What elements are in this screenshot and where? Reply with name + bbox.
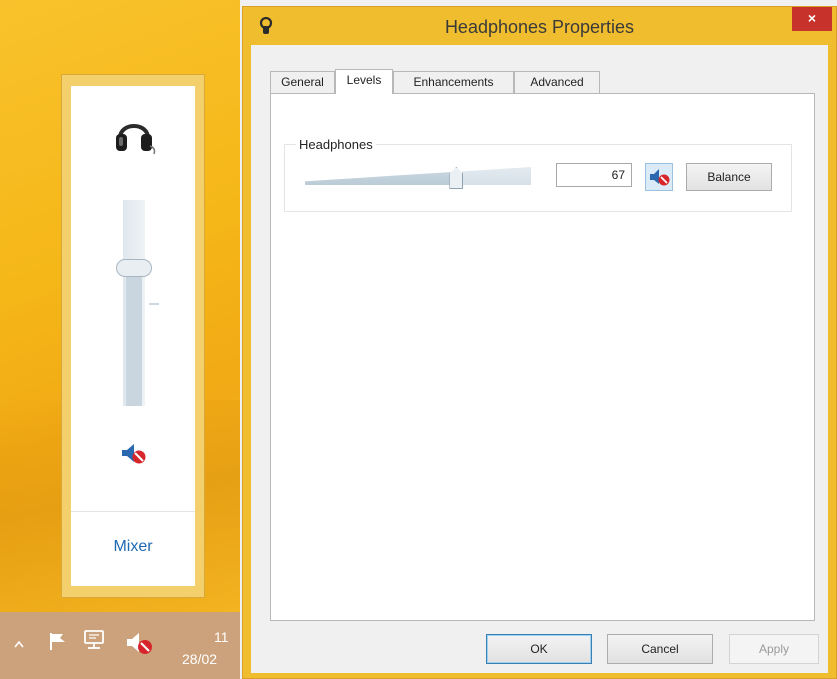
speaker-muted-icon[interactable] <box>124 630 154 656</box>
balance-button[interactable]: Balance <box>686 163 772 191</box>
level-value-field[interactable]: 67 <box>556 163 632 187</box>
taskbar-clock[interactable]: 11 28/02 <box>182 626 229 670</box>
clock-date: 28/02 <box>182 651 218 667</box>
speaker-muted-icon[interactable] <box>120 442 148 466</box>
volume-flyout: Mixer <box>61 74 205 598</box>
clock-time: 11 <box>214 629 229 645</box>
flyout-divider <box>71 511 195 512</box>
desktop-background: Mixer 11 28/02 <box>0 0 240 679</box>
mixer-link[interactable]: Mixer <box>71 538 195 556</box>
tab-advanced[interactable]: Advanced <box>514 71 600 93</box>
cancel-button[interactable]: Cancel <box>607 634 713 664</box>
tab-general[interactable]: General <box>270 71 335 93</box>
levels-tab-panel: Headphones 67 Balance <box>270 93 815 621</box>
volume-slider-fill <box>126 267 142 406</box>
action-center-flag-icon[interactable] <box>48 630 70 652</box>
level-slider-thumb[interactable] <box>449 167 464 189</box>
ok-button[interactable]: OK <box>486 634 592 664</box>
tab-enhancements[interactable]: Enhancements <box>393 71 514 93</box>
headphones-properties-dialog: Headphones Properties × General Levels E… <box>242 6 837 679</box>
mute-toggle-button[interactable] <box>645 163 673 191</box>
tab-levels[interactable]: Levels <box>335 69 393 94</box>
headphones-level-group: Headphones 67 Balance <box>284 137 792 212</box>
taskbar: 11 28/02 <box>0 612 240 679</box>
close-button[interactable]: × <box>792 7 832 31</box>
level-slider-fill <box>305 171 457 185</box>
apply-button[interactable]: Apply <box>729 634 819 664</box>
speaker-muted-icon <box>650 169 670 186</box>
volume-flyout-panel: Mixer <box>71 86 195 586</box>
group-label: Headphones <box>296 137 376 152</box>
headphones-icon[interactable] <box>112 112 156 156</box>
dialog-client-area: General Levels Enhancements Advanced Hea… <box>251 45 828 673</box>
title-bar[interactable]: Headphones Properties × <box>243 7 836 45</box>
volume-slider-thumb[interactable] <box>116 258 152 277</box>
volume-slider-tick <box>149 303 159 305</box>
dialog-title: Headphones Properties <box>444 17 635 37</box>
show-hidden-icons-chevron[interactable] <box>14 640 24 648</box>
network-icon[interactable] <box>82 628 106 652</box>
